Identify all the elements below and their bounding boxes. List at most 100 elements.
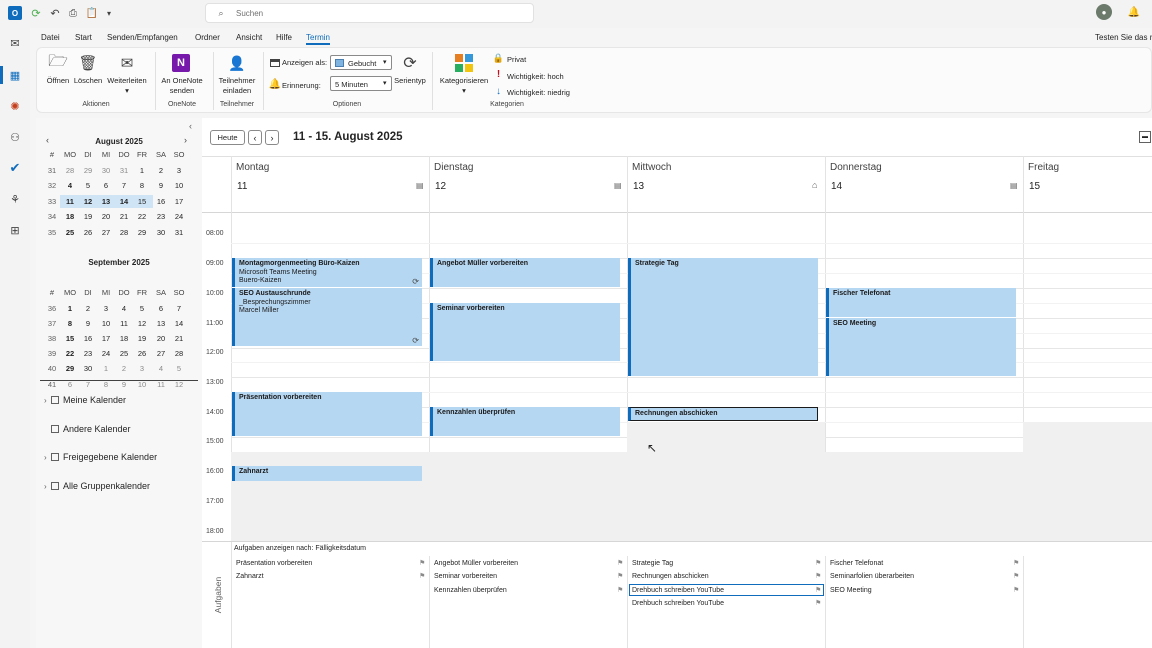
day-cell[interactable]: 22	[133, 212, 151, 221]
day-cell[interactable]: 20	[97, 212, 115, 221]
day-cell[interactable]: 9	[152, 181, 170, 190]
day-cell[interactable]: 8	[61, 319, 79, 328]
day-cell[interactable]: 11	[115, 319, 133, 328]
day-cell[interactable]: 9	[115, 380, 133, 389]
task-item[interactable]: Seminarfolien überarbeiten	[830, 573, 914, 580]
day-cell[interactable]: 29	[79, 166, 97, 175]
day-cell[interactable]: 28	[170, 349, 188, 358]
tab-start[interactable]: Start	[75, 33, 92, 42]
day-cell[interactable]: 4	[152, 364, 170, 373]
day-cell[interactable]: 11	[61, 197, 79, 206]
bell-icon[interactable]: 🔔	[1127, 5, 1141, 19]
flag-icon[interactable]: ⚑	[1013, 586, 1019, 594]
day-cell[interactable]: 5	[133, 304, 151, 313]
trial-link[interactable]: Testen Sie das n	[1095, 33, 1152, 42]
day-cell[interactable]: 13	[152, 319, 170, 328]
tab-hilfe[interactable]: Hilfe	[276, 33, 292, 42]
day-cell[interactable]: 1	[61, 304, 79, 313]
flag-icon[interactable]: ⚑	[617, 559, 623, 567]
today-button[interactable]: Heute	[210, 130, 245, 145]
day-cell[interactable]: 29	[133, 228, 151, 237]
undo-icon[interactable]: ↶	[49, 6, 61, 20]
day-cell[interactable]: 27	[152, 349, 170, 358]
day-cell[interactable]: 4	[61, 181, 79, 190]
collapse-pane-icon[interactable]: ‹	[189, 121, 192, 131]
event-seo-meeting[interactable]: SEO Meeting	[826, 318, 1016, 376]
flag-icon[interactable]: ⚑	[617, 586, 623, 594]
day-cell[interactable]: 10	[97, 319, 115, 328]
event-strategie-tag[interactable]: Strategie Tag	[628, 258, 818, 376]
event-zahnarzt[interactable]: Zahnarzt	[232, 466, 422, 481]
day-cell[interactable]: 28	[115, 228, 133, 237]
task-item[interactable]: Drehbuch schreiben YouTube	[632, 600, 724, 607]
task-item[interactable]: Fischer Telefonat	[830, 560, 883, 567]
task-item[interactable]: Präsentation vorbereiten	[236, 560, 312, 567]
event-angebot-mueller[interactable]: Angebot Müller vorbereiten	[430, 258, 620, 287]
checkbox[interactable]	[51, 425, 59, 433]
day-cell[interactable]: 7	[79, 380, 97, 389]
day-cell[interactable]: 22	[61, 349, 79, 358]
day-cell[interactable]: 23	[79, 349, 97, 358]
event-montagmorgenmeeting[interactable]: Montagmorgenmeeting Büro-Kaizen Microsof…	[232, 258, 422, 287]
search-input[interactable]: Suchen	[236, 9, 263, 18]
day-cell[interactable]: 2	[115, 364, 133, 373]
day-cell[interactable]: 28	[61, 166, 79, 175]
flag-icon[interactable]: ⚑	[419, 572, 425, 580]
customize-toolbar-icon[interactable]: ▾	[104, 6, 114, 20]
day-cell[interactable]: 18	[115, 334, 133, 343]
todo-icon[interactable]: ✔	[8, 160, 22, 175]
flag-icon[interactable]: ⚑	[815, 559, 821, 567]
day-cell[interactable]: 21	[170, 334, 188, 343]
next-week-button[interactable]: ›	[265, 130, 279, 145]
day-cell[interactable]: 15	[133, 197, 151, 206]
day-cell[interactable]: 16	[152, 197, 170, 206]
day-cell[interactable]: 6	[61, 380, 79, 389]
day-cell[interactable]: 10	[170, 181, 188, 190]
day-cell[interactable]: 8	[97, 380, 115, 389]
home-icon[interactable]: ⌂	[812, 180, 817, 190]
day-cell[interactable]: 14	[170, 319, 188, 328]
day-cell[interactable]: 3	[97, 304, 115, 313]
day-cell[interactable]: 26	[133, 349, 151, 358]
day-cell[interactable]: 6	[152, 304, 170, 313]
day-cell[interactable]: 17	[97, 334, 115, 343]
event-fischer-telefonat[interactable]: Fischer Telefonat	[826, 288, 1016, 317]
checkbox[interactable]	[51, 453, 59, 461]
day-cell[interactable]: 4	[115, 304, 133, 313]
view-toggle-icon[interactable]: ▬	[1139, 131, 1151, 143]
day-cell[interactable]: 21	[115, 212, 133, 221]
flag-icon[interactable]: ⚑	[815, 599, 821, 607]
day-cell[interactable]: 25	[115, 349, 133, 358]
task-item[interactable]: Strategie Tag	[632, 560, 673, 567]
tasks-sort-header[interactable]: Aufgaben anzeigen nach: Fälligkeitsdatum	[234, 545, 366, 552]
day-cell[interactable]: 27	[97, 228, 115, 237]
day-cell[interactable]: 17	[170, 197, 188, 206]
clipboard-icon[interactable]: 📋	[86, 6, 98, 20]
day-cell[interactable]: 10	[133, 380, 151, 389]
task-item[interactable]: Angebot Müller vorbereiten	[434, 560, 518, 567]
task-item[interactable]: Drehbuch schreiben YouTube	[632, 587, 724, 594]
day-cell[interactable]: 16	[79, 334, 97, 343]
chevron-right-icon[interactable]: ›	[44, 482, 47, 491]
task-item[interactable]: Zahnarzt	[236, 573, 264, 580]
day-cell[interactable]: 23	[152, 212, 170, 221]
day-cell[interactable]: 7	[170, 304, 188, 313]
day-cell[interactable]: 12	[79, 197, 97, 206]
event-seminar[interactable]: Seminar vorbereiten	[430, 303, 620, 361]
day-cell[interactable]: 13	[97, 197, 115, 206]
tab-ordner[interactable]: Ordner	[195, 33, 220, 42]
day-cell[interactable]: 3	[133, 364, 151, 373]
tab-datei[interactable]: Datei	[41, 33, 60, 42]
day-cell[interactable]: 30	[97, 166, 115, 175]
apps-icon[interactable]: ⊞	[8, 223, 22, 237]
day-cell[interactable]: 31	[170, 228, 188, 237]
event-seo-austauschrunde[interactable]: SEO Austauschrunde _Besprechungszimmer M…	[232, 288, 422, 346]
flag-icon[interactable]: ⚑	[815, 572, 821, 580]
flag-icon[interactable]: ⚑	[419, 559, 425, 567]
task-item[interactable]: Seminar vorbereiten	[434, 573, 497, 580]
flag-icon[interactable]: ⚑	[617, 572, 623, 580]
day-cell[interactable]: 6	[97, 181, 115, 190]
day-cell[interactable]: 1	[97, 364, 115, 373]
day-cell[interactable]: 15	[61, 334, 79, 343]
day-cell[interactable]: 14	[115, 197, 133, 206]
